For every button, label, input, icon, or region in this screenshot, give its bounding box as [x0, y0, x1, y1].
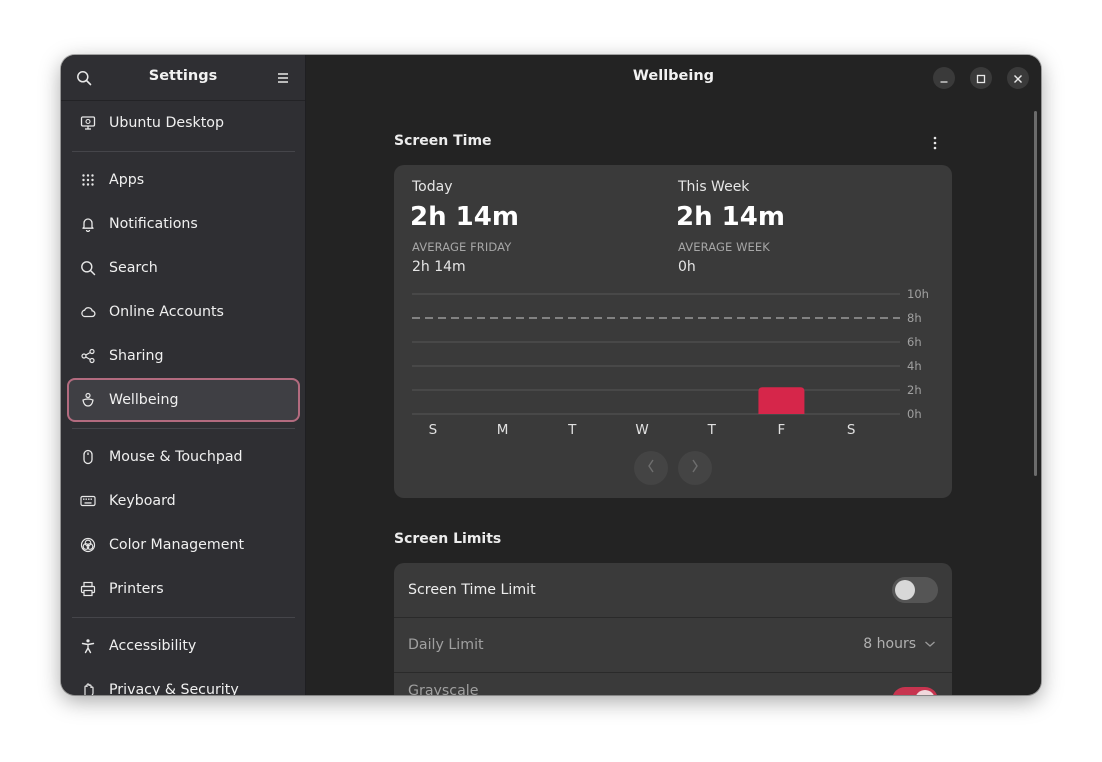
- screen-limits-list: Screen Time Limit Daily Limit 8 hours Gr…: [394, 563, 952, 695]
- x-tick-label: S: [847, 422, 856, 438]
- sidebar-item-label: Wellbeing: [109, 392, 179, 408]
- sidebar-item-apps[interactable]: Apps: [67, 158, 300, 202]
- sidebar-item-label: Notifications: [109, 216, 198, 232]
- sidebar-item-ubuntu-desktop[interactable]: Ubuntu Desktop: [67, 101, 300, 145]
- switch-knob: [915, 690, 935, 695]
- sidebar-divider: [72, 617, 295, 618]
- wellbeing-icon: [80, 392, 96, 408]
- screen-time-heading: Screen Time: [394, 133, 492, 149]
- y-tick-label: 4h: [907, 359, 922, 373]
- sidebar-item-label: Online Accounts: [109, 304, 224, 320]
- minimize-button[interactable]: [933, 67, 955, 89]
- next-week-button[interactable]: [678, 451, 712, 485]
- keyboard-icon: [80, 493, 96, 509]
- scrollbar[interactable]: [1034, 111, 1037, 476]
- sidebar-item-label: Color Management: [109, 537, 245, 553]
- y-tick-label: 6h: [907, 335, 922, 349]
- x-tick-label: W: [635, 422, 648, 438]
- sidebar-item-label: Ubuntu Desktop: [109, 115, 224, 131]
- grayscale-switch[interactable]: [892, 687, 938, 695]
- y-tick-label: 0h: [907, 407, 922, 421]
- screen-time-limit-switch[interactable]: [892, 577, 938, 603]
- bell-icon: [80, 216, 96, 232]
- sidebar-item-accessibility[interactable]: Accessibility: [67, 624, 300, 668]
- sidebar-item-label: Mouse & Touchpad: [109, 449, 243, 465]
- sidebar-item-notifications[interactable]: Notifications: [67, 202, 300, 246]
- page-title: Wellbeing: [632, 68, 715, 84]
- sidebar-item-privacy-security[interactable]: Privacy & Security: [67, 668, 300, 695]
- maximize-button[interactable]: [970, 67, 992, 89]
- previous-week-button[interactable]: [634, 451, 668, 485]
- sidebar-item-label: Search: [109, 260, 158, 276]
- more-options-icon[interactable]: [933, 135, 937, 150]
- sidebar-list: Ubuntu Desktop Apps Notifications Search…: [67, 101, 300, 695]
- y-tick-label: 10h: [907, 287, 929, 301]
- x-tick-label: T: [707, 422, 717, 438]
- sidebar-divider: [72, 151, 295, 152]
- screen-time-limit-row[interactable]: Screen Time Limit: [394, 563, 952, 618]
- mouse-icon: [80, 449, 96, 465]
- sidebar-item-label: Printers: [109, 581, 164, 597]
- printer-icon: [80, 581, 96, 597]
- y-tick-label: 2h: [907, 383, 922, 397]
- daily-limit-label: Daily Limit: [408, 637, 484, 653]
- screen-limits-heading: Screen Limits: [394, 531, 502, 547]
- chevron-right-icon: [690, 458, 700, 479]
- settings-window: Settings Ubuntu Desktop Apps Notificatio…: [61, 55, 1041, 695]
- hand-icon: [80, 682, 96, 695]
- sidebar-item-sharing[interactable]: Sharing: [67, 334, 300, 378]
- switch-knob: [895, 580, 915, 600]
- cloud-icon: [80, 304, 96, 320]
- sidebar-item-mouse-touchpad[interactable]: Mouse & Touchpad: [67, 435, 300, 479]
- sidebar-item-label: Privacy & Security: [109, 682, 239, 695]
- daily-limit-value: 8 hours: [863, 636, 916, 652]
- color-icon: [80, 537, 96, 553]
- hamburger-menu-icon[interactable]: [275, 70, 291, 86]
- sidebar-item-online-accounts[interactable]: Online Accounts: [67, 290, 300, 334]
- x-tick-label: F: [778, 422, 786, 438]
- sidebar-item-keyboard[interactable]: Keyboard: [67, 479, 300, 523]
- desktop-icon: [80, 115, 96, 131]
- share-icon: [80, 348, 96, 364]
- accessibility-icon: [80, 638, 96, 654]
- apps-grid-icon: [80, 172, 96, 188]
- chevron-down-icon: [924, 636, 936, 652]
- grayscale-label: Grayscale: [408, 683, 479, 695]
- sidebar-item-wellbeing[interactable]: Wellbeing: [67, 378, 300, 422]
- sidebar-divider: [72, 428, 295, 429]
- sidebar-title: Settings: [148, 68, 218, 84]
- sidebar-header: Settings: [61, 55, 305, 101]
- x-tick-label: T: [567, 422, 577, 438]
- sidebar-item-search[interactable]: Search: [67, 246, 300, 290]
- screen-time-limit-label: Screen Time Limit: [408, 582, 536, 598]
- x-tick-label: S: [429, 422, 438, 438]
- header-bar: Wellbeing: [306, 55, 1041, 101]
- sidebar: Settings Ubuntu Desktop Apps Notificatio…: [61, 55, 306, 695]
- sidebar-item-label: Apps: [109, 172, 145, 188]
- usage-bar-chart: 0h 2h 4h 6h 8h 10h S M T W T F S: [412, 287, 929, 438]
- close-icon: [1013, 69, 1023, 88]
- x-tick-label: M: [497, 422, 509, 438]
- minimize-icon: [939, 69, 949, 88]
- y-tick-label: 8h: [907, 311, 922, 325]
- daily-limit-row[interactable]: Daily Limit 8 hours: [394, 618, 952, 673]
- chevron-left-icon: [646, 458, 656, 479]
- sidebar-item-color-management[interactable]: Color Management: [67, 523, 300, 567]
- maximize-icon: [976, 69, 986, 88]
- daily-limit-dropdown[interactable]: 8 hours: [863, 636, 936, 652]
- sidebar-item-printers[interactable]: Printers: [67, 567, 300, 611]
- sidebar-item-label: Sharing: [109, 348, 164, 364]
- chart-bar: [758, 387, 805, 414]
- sidebar-item-label: Accessibility: [109, 638, 197, 654]
- sidebar-item-label: Keyboard: [109, 493, 176, 509]
- close-button[interactable]: [1007, 67, 1029, 89]
- screen-time-card: Today 2h 14m AVERAGE FRIDAY 2h 14m This …: [394, 165, 952, 498]
- grayscale-row[interactable]: Grayscale: [394, 673, 952, 695]
- search-icon: [80, 260, 96, 276]
